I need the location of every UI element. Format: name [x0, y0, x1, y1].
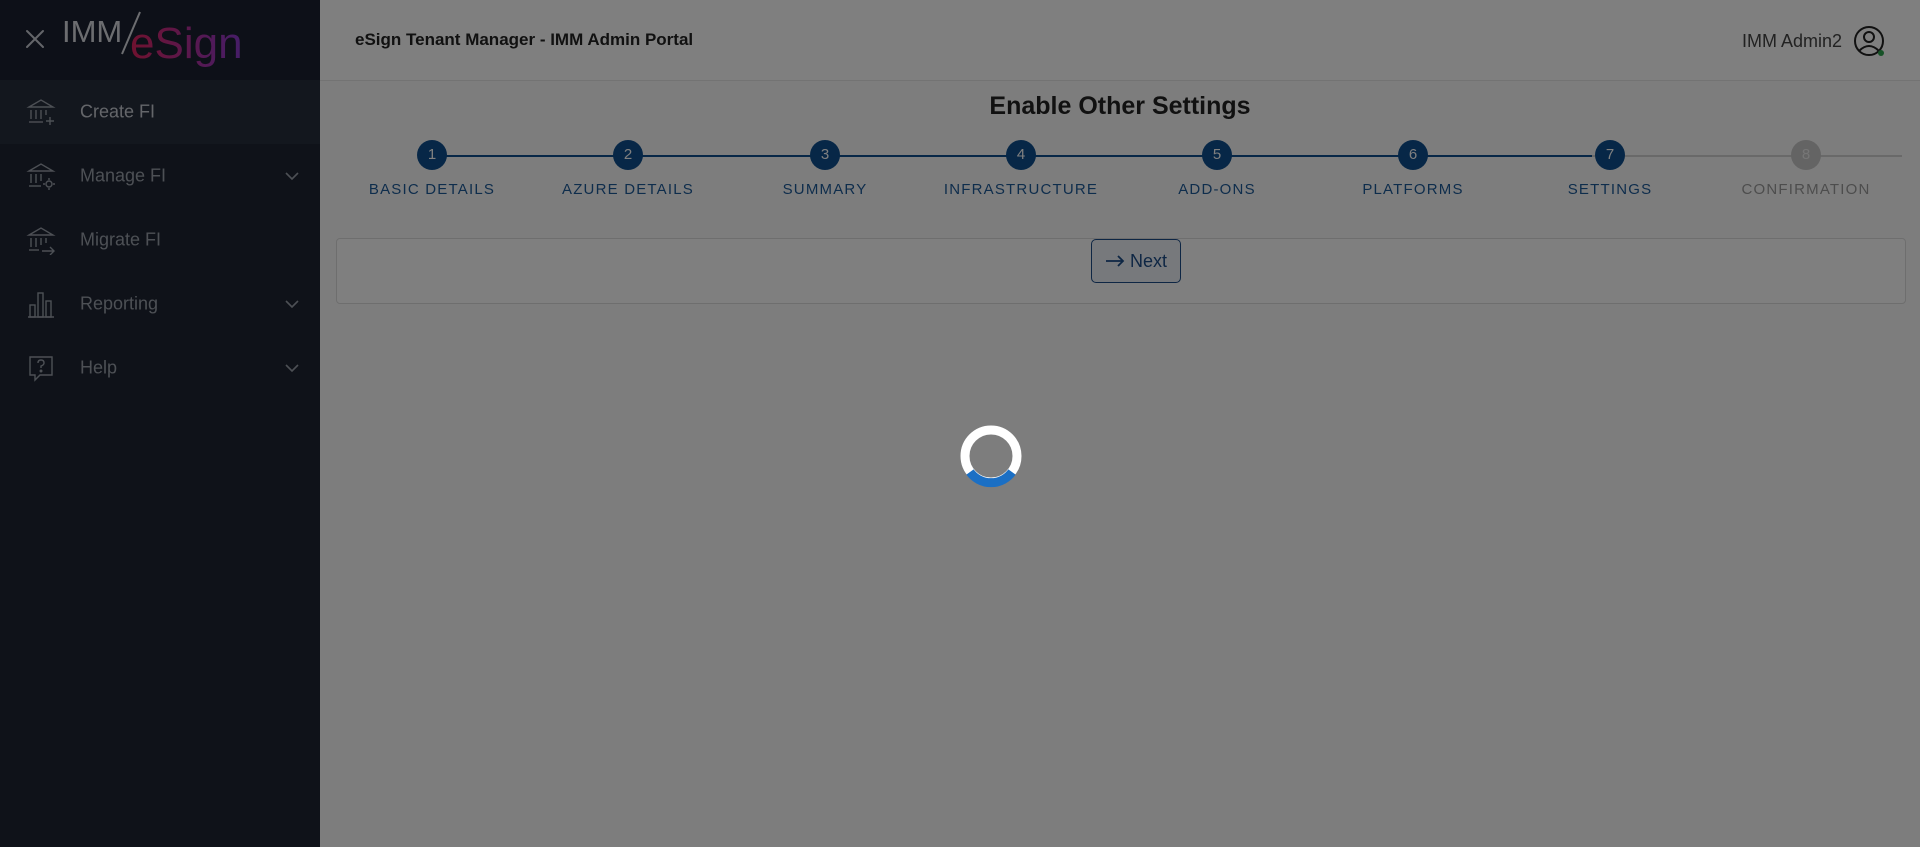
- loading-spinner-icon: [960, 425, 1022, 488]
